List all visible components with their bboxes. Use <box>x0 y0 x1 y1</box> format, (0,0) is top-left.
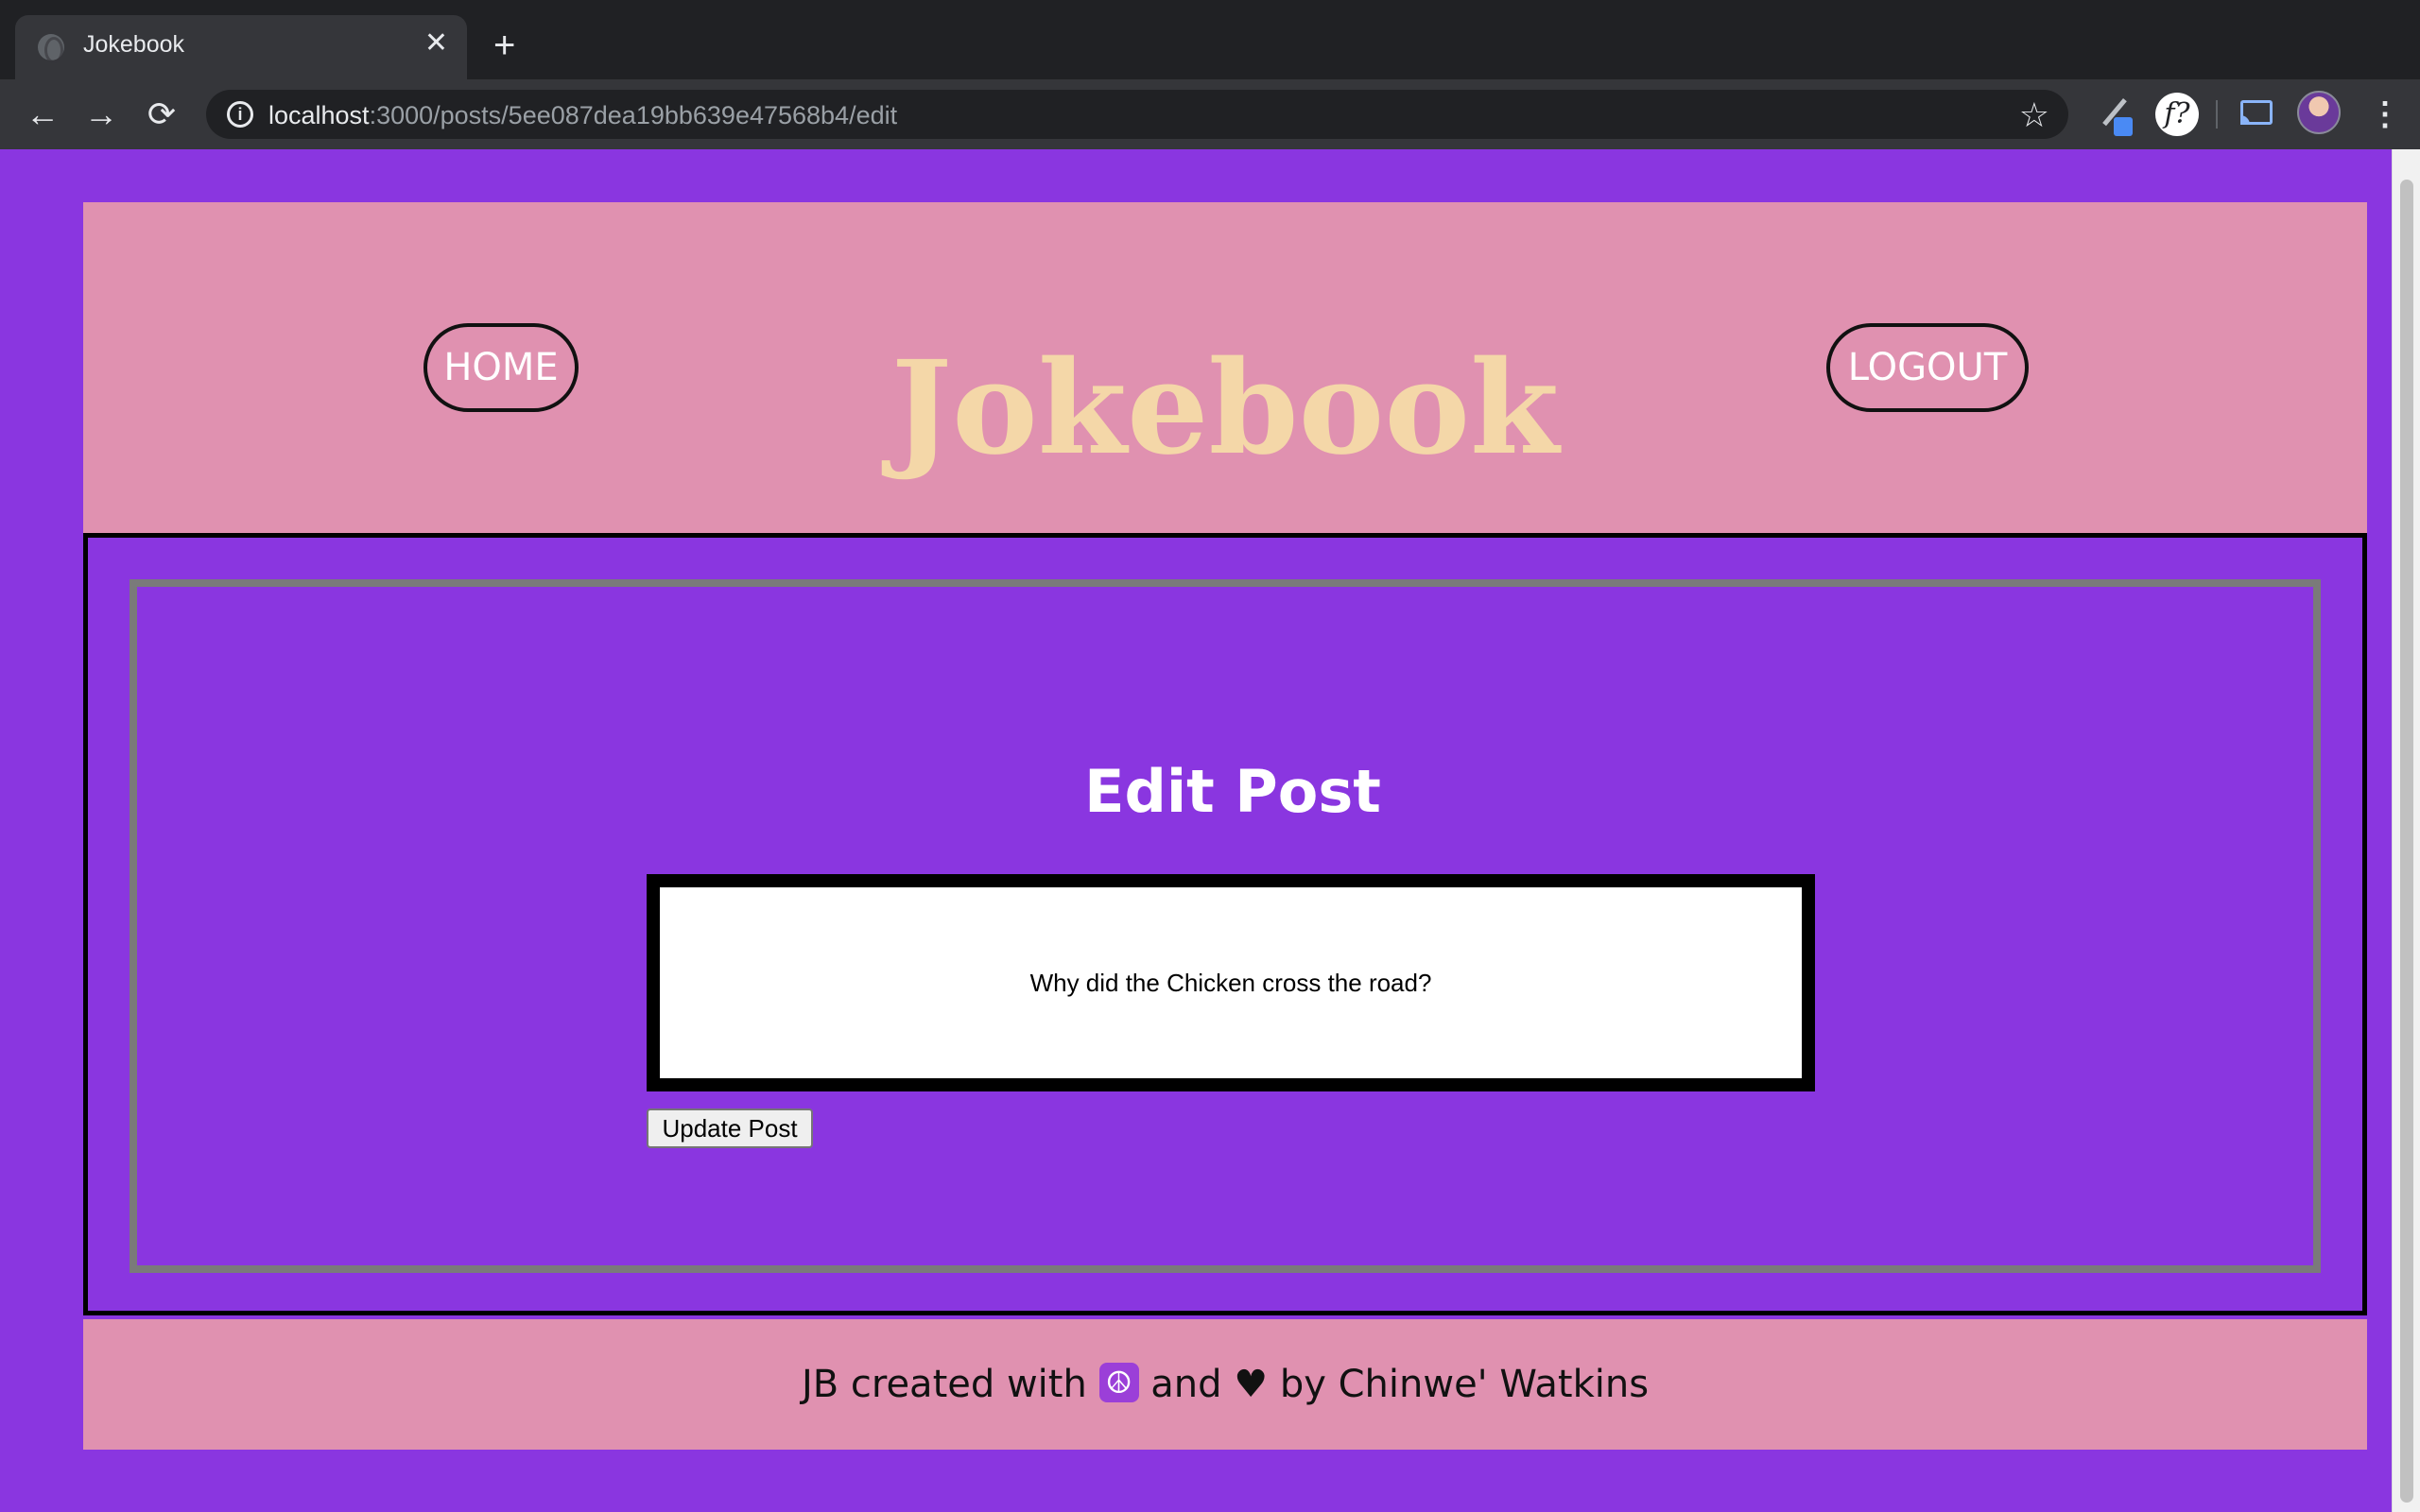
main-content: Edit Post Why did the Chicken cross the … <box>83 533 2367 1315</box>
info-icon[interactable]: i <box>227 101 253 128</box>
browser-toolbar: ← → ⟳ i localhost:3000/posts/5ee087dea19… <box>0 79 2420 149</box>
browser-tabstrip: Jokebook ✕ + <box>0 0 2420 79</box>
back-icon[interactable]: ← <box>21 93 64 136</box>
forward-icon[interactable]: → <box>79 93 123 136</box>
url-text[interactable]: localhost:3000/posts/5ee087dea19bb639e47… <box>268 101 897 130</box>
post-textarea[interactable]: Why did the Chicken cross the road? <box>647 874 1815 1091</box>
logout-button[interactable]: LOGOUT <box>1826 323 2029 412</box>
cast-icon[interactable] <box>2240 100 2273 125</box>
site-footer: JB created with ☮ and ♥ by Chinwe' Watki… <box>83 1319 2367 1450</box>
close-icon[interactable]: ✕ <box>424 29 448 58</box>
footer-credit: and ♥ by Chinwe' Watkins <box>1150 1363 1650 1406</box>
profile-avatar[interactable] <box>2297 91 2341 134</box>
font-extension-icon[interactable]: f? <box>2155 93 2199 136</box>
site-header: HOME Jokebook LOGOUT <box>83 202 2367 533</box>
url-host: localhost <box>268 101 370 129</box>
url-path: :3000/posts/5ee087dea19bb639e47568b4/edi… <box>369 101 898 129</box>
page-title: Edit Post <box>1084 757 1381 826</box>
bookmark-star-icon[interactable]: ☆ <box>2019 95 2049 135</box>
globe-icon <box>38 34 64 63</box>
scroll-thumb[interactable] <box>2400 180 2413 1503</box>
address-bar[interactable]: i localhost:3000/posts/5ee087dea19bb639e… <box>206 90 2068 139</box>
pen-extension-icon[interactable] <box>2100 96 2133 136</box>
page-viewport: HOME Jokebook LOGOUT Edit Post Why did t… <box>0 149 2392 1512</box>
update-post-button[interactable]: Update Post <box>647 1108 813 1148</box>
toolbar-divider <box>2216 100 2218 129</box>
browser-tab[interactable]: Jokebook ✕ <box>15 15 467 79</box>
tab-title: Jokebook <box>83 31 185 58</box>
menu-dots-icon[interactable]: ⋮ <box>2369 93 2401 136</box>
reload-icon[interactable]: ⟳ <box>140 93 183 136</box>
edit-post-frame: Edit Post Why did the Chicken cross the … <box>130 579 2321 1273</box>
peace-icon: ☮ <box>1098 1363 1139 1402</box>
footer-prefix: JB created with <box>801 1363 1087 1406</box>
page-scrollbar[interactable] <box>2392 149 2420 1512</box>
new-tab-icon[interactable]: + <box>493 26 515 64</box>
